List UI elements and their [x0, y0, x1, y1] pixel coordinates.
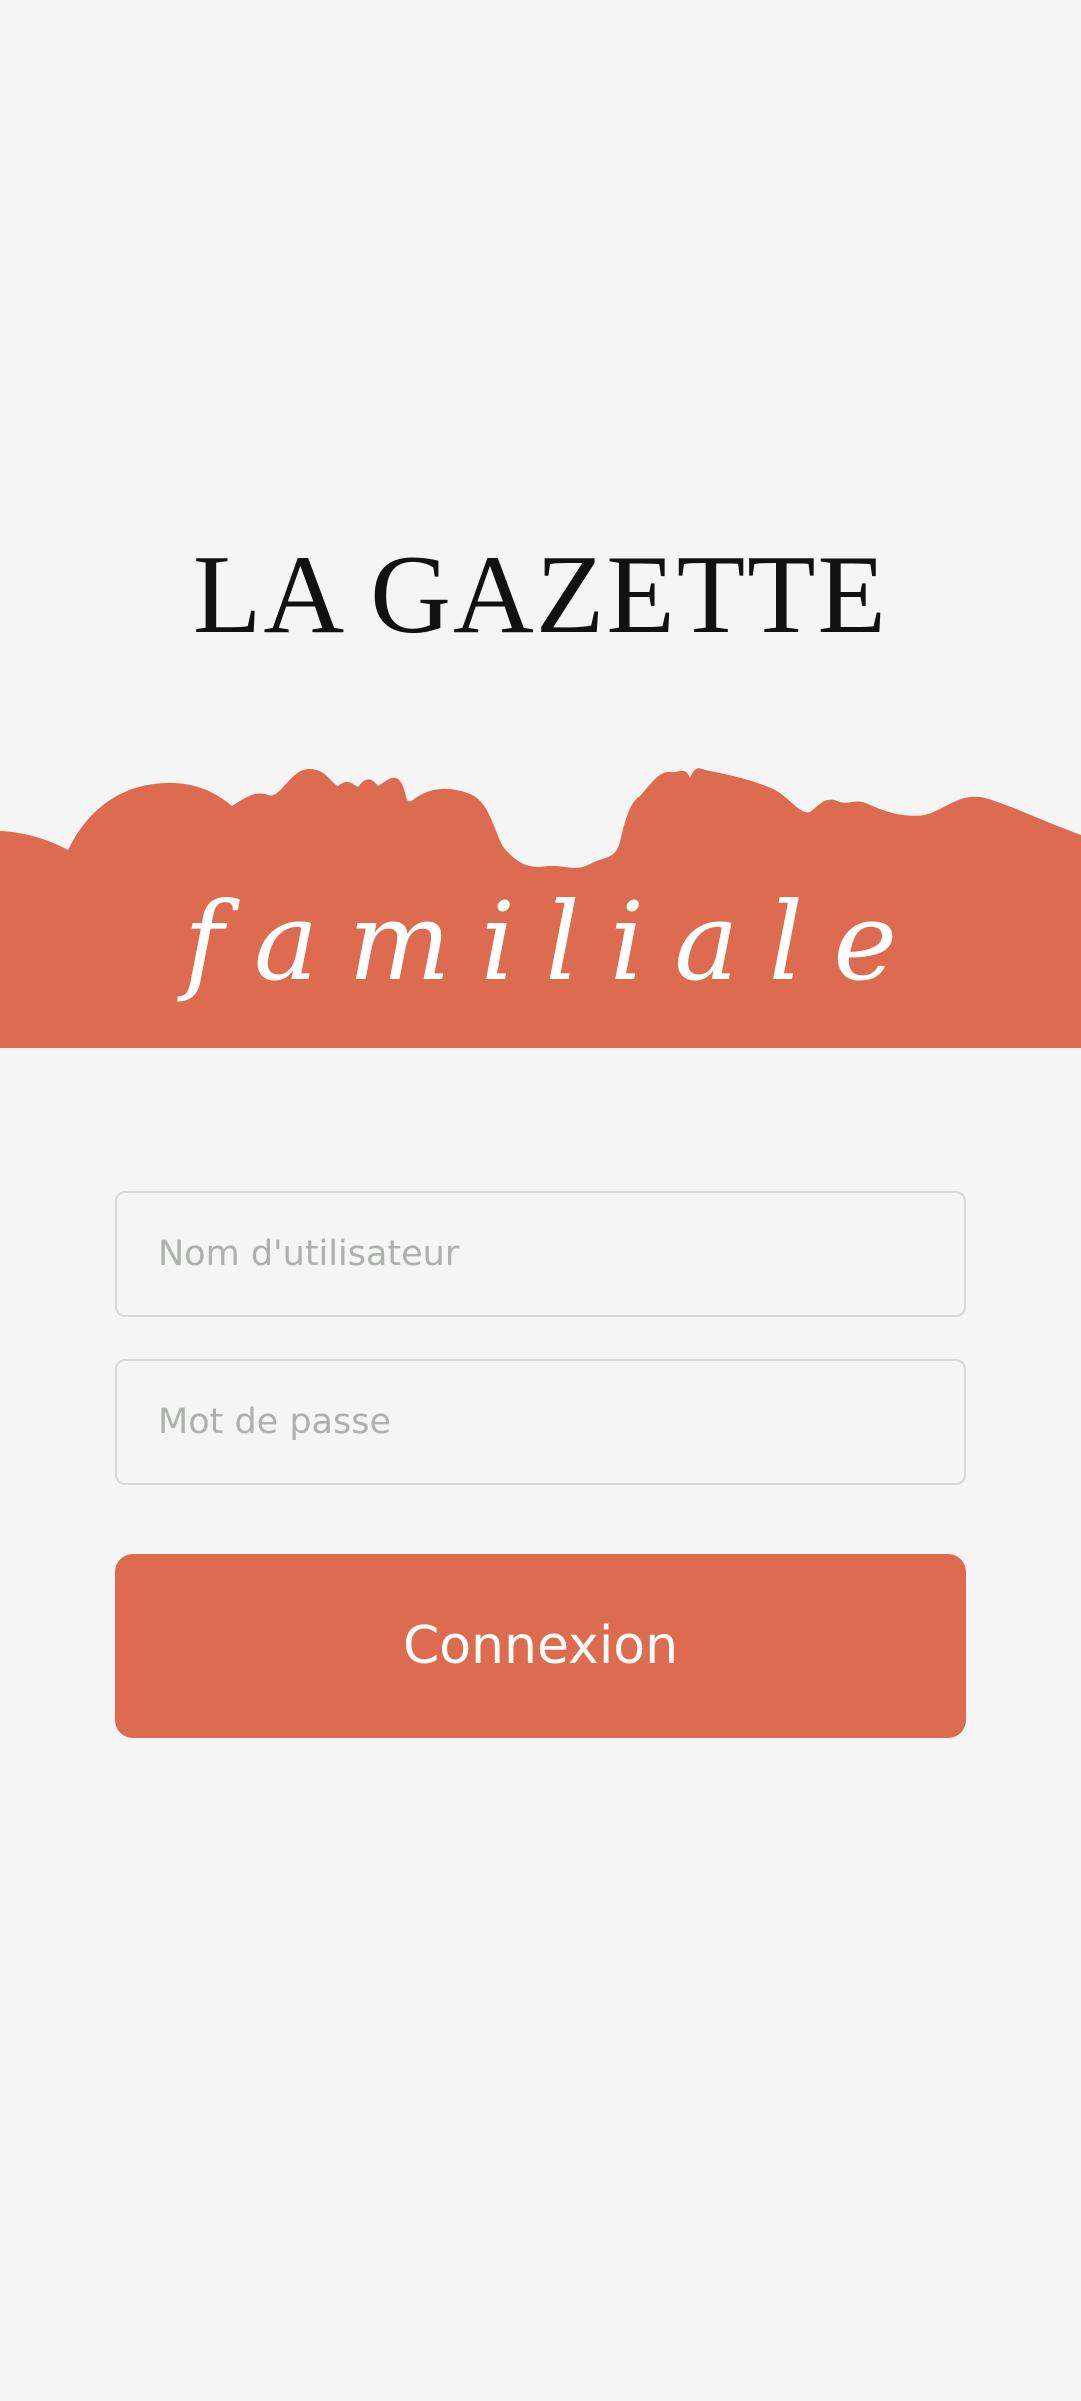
login-button[interactable]: Connexion	[115, 1554, 966, 1738]
password-input[interactable]	[115, 1359, 966, 1485]
logo-subtitle: familiale	[183, 880, 928, 1005]
username-input[interactable]	[115, 1191, 966, 1317]
logo-title: LA GAZETTE	[193, 533, 888, 657]
